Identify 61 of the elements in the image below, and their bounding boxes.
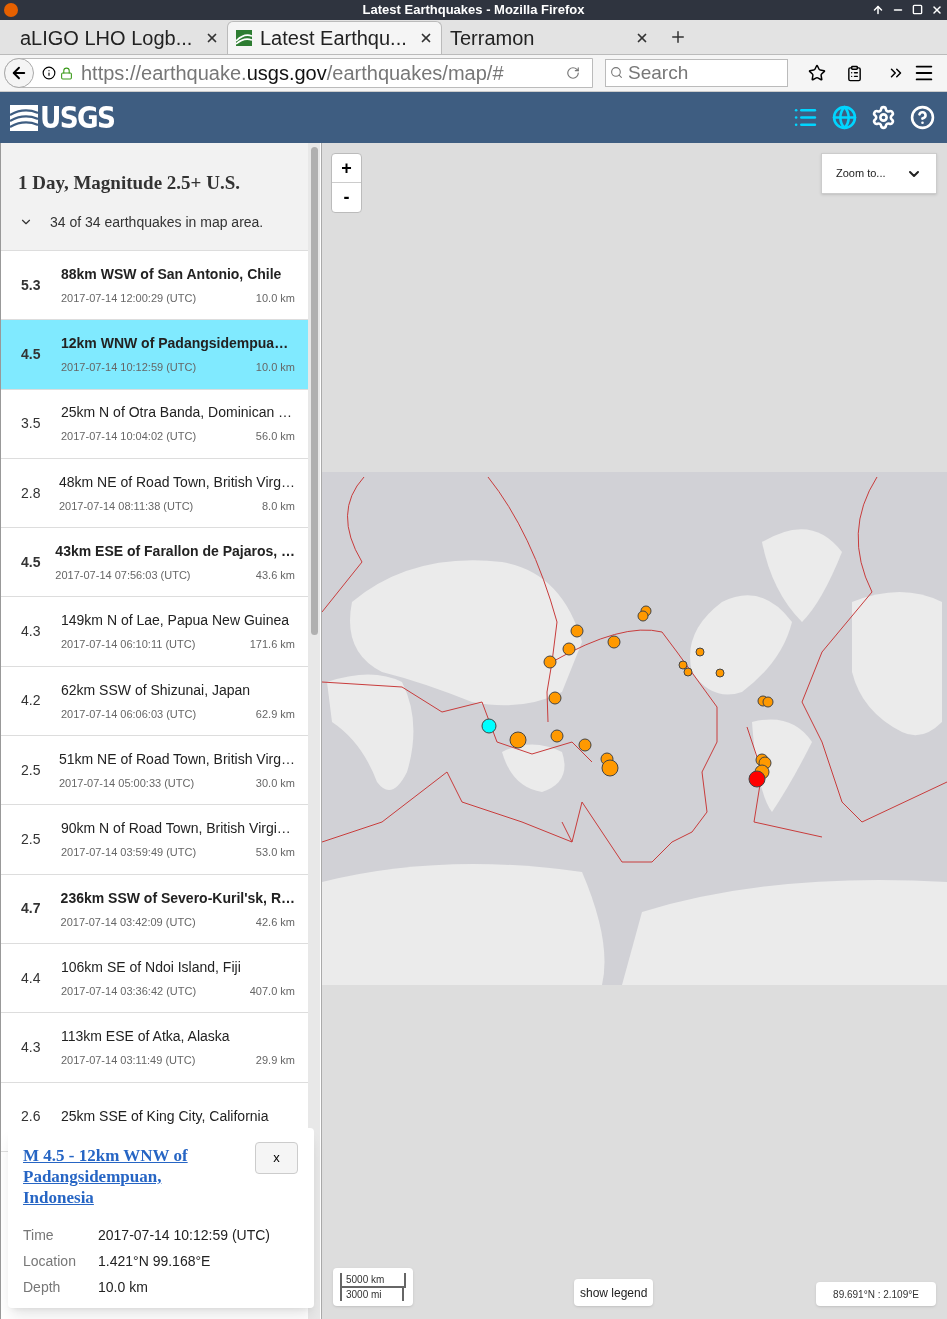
- depth-text: 10.0 km: [255, 290, 295, 306]
- time-text: 2017-07-14 03:11:49 (UTC): [61, 1053, 196, 1069]
- detail-value: 2017-07-14 10:12:59 (UTC): [98, 1226, 271, 1245]
- detail-value: 1.421°N 99.168°E: [98, 1252, 212, 1271]
- time-text: 2017-07-14 12:00:29 (UTC): [61, 290, 197, 306]
- depth-text: 407.0 km: [249, 983, 295, 999]
- time-text: 2017-07-14 10:04:02 (UTC): [61, 429, 197, 445]
- place-text: 25km N of Otra Banda, Dominican …: [61, 403, 294, 423]
- magnitude-text: 4.5: [20, 552, 42, 572]
- magnitude-text: 5.3: [20, 275, 42, 295]
- detail-label: Location: [23, 1252, 77, 1271]
- window-title: Latest Earthquakes - Mozilla Firefox: [362, 1, 585, 20]
- magnitude-text: 4.3: [20, 622, 42, 642]
- depth-text: 29.9 km: [255, 1053, 295, 1069]
- place-text: 236km SSW of Severo-Kuril'sk, R…: [60, 888, 295, 908]
- place-text: 43km ESE of Farallon de Pajaros, …: [55, 542, 295, 562]
- magnitude-text: 4.2: [20, 691, 42, 711]
- summary-text: 34 of 34 earthquakes in map area.: [50, 212, 264, 232]
- magnitude-text: 4.4: [20, 968, 42, 988]
- magnitude-text: 3.5: [20, 414, 42, 434]
- feed-title: 1 Day, Magnitude 2.5+ U.S.: [18, 171, 241, 195]
- depth-text: 10.0 km: [255, 360, 295, 376]
- place-text: 149km N of Lae, Papua New Guinea: [61, 611, 291, 631]
- place-text: 88km WSW of San Antonio, Chile: [61, 264, 283, 284]
- time-text: 2017-07-14 03:36:42 (UTC): [61, 983, 197, 999]
- time-text: 2017-07-14 03:59:49 (UTC): [61, 845, 197, 861]
- place-text: 25km SSE of King City, California: [61, 1107, 270, 1127]
- time-text: 2017-07-14 08:11:38 (UTC): [58, 498, 194, 514]
- depth-text: 8.0 km: [262, 498, 295, 514]
- place-text: 113km ESE of Atka, Alaska: [61, 1027, 231, 1047]
- magnitude-text: 2.6: [20, 1107, 42, 1127]
- place-text: 90km N of Road Town, British Virgi…: [61, 819, 292, 839]
- depth-text: 171.6 km: [249, 637, 295, 653]
- depth-text: 62.9 km: [255, 706, 295, 722]
- detail-label: Depth: [23, 1278, 62, 1297]
- depth-text: 30.0 km: [255, 775, 295, 791]
- time-text: 2017-07-14 10:12:59 (UTC): [61, 360, 197, 376]
- place-text: 51km NE of Road Town, British Virg…: [58, 749, 295, 769]
- coordinates-readout: 89.691°N : 2.109°E: [816, 1282, 936, 1306]
- magnitude-text: 4.3: [20, 1037, 42, 1057]
- magnitude-text: 2.5: [20, 760, 42, 780]
- place-text: 12km WNW of Padangsidempua…: [61, 334, 290, 354]
- time-text: 2017-07-14 07:56:03 (UTC): [55, 568, 191, 584]
- magnitude-text: 2.8: [20, 483, 42, 503]
- depth-text: 53.0 km: [255, 845, 295, 861]
- depth-text: 43.6 km: [255, 568, 295, 584]
- magnitude-text: 2.5: [20, 830, 42, 849]
- depth-text: 42.6 km: [255, 914, 295, 930]
- depth-text: 56.0 km: [255, 429, 295, 445]
- time-text: 2017-07-14 06:06:03 (UTC): [61, 706, 197, 722]
- place-text: 48km NE of Road Town, British Virg…: [58, 472, 295, 492]
- place-text: 106km SE of Ndoi Island, Fiji: [61, 957, 242, 977]
- magnitude-text: 4.5: [20, 344, 42, 364]
- time-text: 2017-07-14 06:10:11 (UTC): [61, 637, 196, 653]
- detail-value: 10.0 km: [98, 1278, 149, 1297]
- time-text: 2017-07-14 03:42:09 (UTC): [60, 914, 196, 930]
- scale-bar: 5000 km 3000 mi: [333, 1268, 413, 1306]
- time-text: 2017-07-14 05:00:33 (UTC): [58, 775, 195, 791]
- detail-label: Time: [23, 1226, 55, 1245]
- magnitude-text: 4.7: [20, 899, 42, 919]
- place-text: 62km SSW of Shizunai, Japan: [61, 680, 252, 700]
